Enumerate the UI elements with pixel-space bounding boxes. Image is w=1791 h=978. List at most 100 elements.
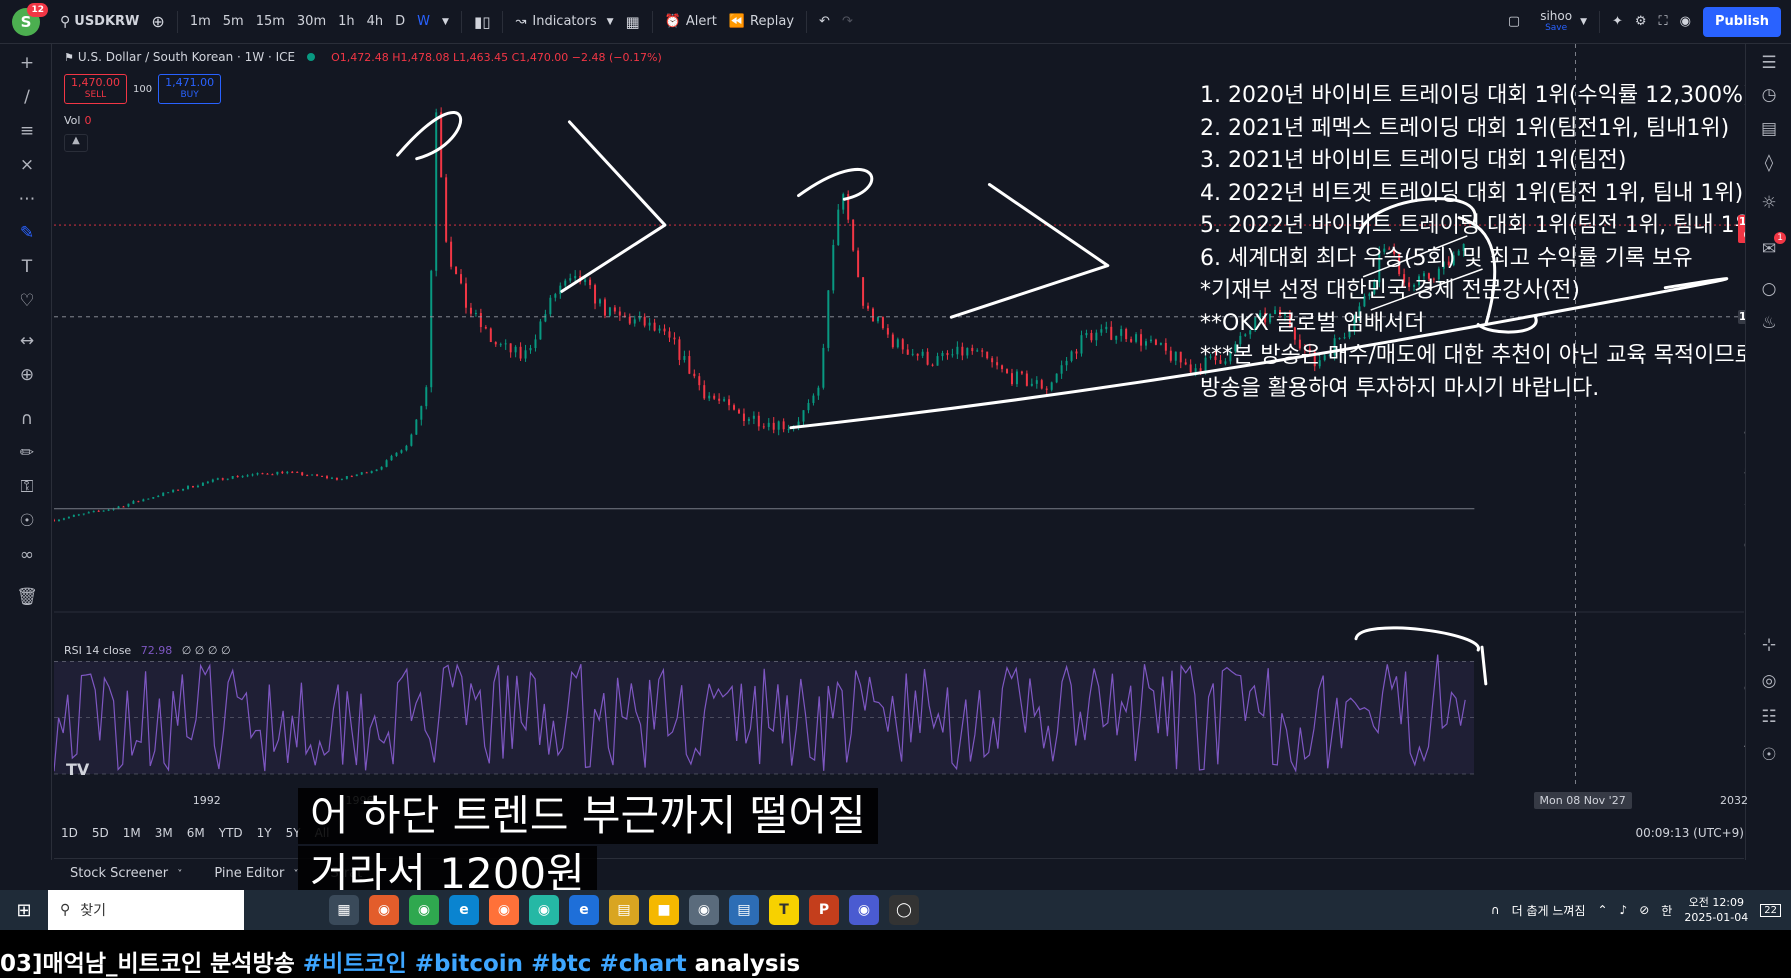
layout-square-button[interactable]: ▢ [1502, 7, 1526, 37]
timezone-clock[interactable]: 00:09:13 (UTC+9) [1635, 826, 1744, 840]
range-1Y[interactable]: 1Y [250, 826, 279, 840]
lock-tool[interactable]: ⚿ [16, 476, 38, 498]
bottom-tab[interactable]: Stock Screener ˅ [54, 866, 198, 881]
undo-button[interactable]: ↶ [813, 7, 836, 37]
ime-icon[interactable]: 한 [1661, 902, 1672, 919]
publish-button[interactable]: Publish [1703, 6, 1781, 37]
calculator-icon[interactable]: ▤ [729, 895, 759, 925]
ie-icon[interactable]: e [569, 895, 599, 925]
taskbar-search[interactable]: ⚲ 찾기 [48, 890, 244, 930]
chart-pane[interactable]: ⚑ U.S. Dollar / South Korean · 1W · ICE … [54, 44, 1791, 784]
clock[interactable]: 오전 12:09 2025-01-04 [1684, 895, 1748, 925]
replay-button[interactable]: ⏪ Replay [723, 7, 800, 37]
alerts-button[interactable]: ◷ [1758, 84, 1780, 106]
pattern-tool[interactable]: ⨯ [16, 154, 38, 176]
sticky-notes-icon[interactable]: ■ [649, 895, 679, 925]
candle-body [921, 351, 924, 356]
redo-button[interactable]: ↷ [836, 7, 859, 37]
chevron-up-icon[interactable]: ⌃ [1597, 903, 1607, 917]
pine-button[interactable]: ○ [1758, 278, 1780, 300]
mute-icon[interactable]: ⊘ [1639, 903, 1649, 917]
candle-body [1164, 342, 1167, 351]
taskview-icon[interactable]: ▦ [329, 895, 359, 925]
timeframe-D[interactable]: D [389, 14, 411, 29]
timeframe-W[interactable]: W [411, 14, 436, 29]
fullscreen-button[interactable]: ⛶ [1653, 7, 1674, 37]
magnet-tool[interactable]: ∩ [16, 408, 38, 430]
help-button[interactable]: ☉ [1758, 744, 1780, 766]
timeframe-1m[interactable]: 1m [184, 14, 217, 29]
hashtag[interactable]: #bitcoin [415, 951, 523, 977]
object-tree-button[interactable]: ⊹ [1758, 634, 1780, 656]
range-1M[interactable]: 1M [116, 826, 148, 840]
fib-tool[interactable]: ≡ [16, 120, 38, 142]
timeframe-30m[interactable]: 30m [291, 14, 332, 29]
discord-icon[interactable]: ◉ [849, 895, 879, 925]
hashtag[interactable]: #비트코인 [303, 951, 407, 977]
ideas-button[interactable]: ☼ [1758, 192, 1780, 214]
sell-button[interactable]: 1,470.00 SELL [64, 74, 127, 104]
timeframe-dropdown-button[interactable]: ▼ [436, 7, 455, 37]
timeframe-4h[interactable]: 4h [361, 14, 390, 29]
notification-icon[interactable]: 22 [1760, 903, 1781, 917]
brush-tool[interactable]: ✎ [16, 222, 38, 244]
candle-body [221, 478, 224, 480]
quick-search-button[interactable]: ✦ [1606, 7, 1629, 37]
snapshot-button[interactable]: ◉ [1674, 7, 1697, 37]
notifications-button[interactable]: ♨ [1758, 312, 1780, 334]
user-menu[interactable]: sihoo Save ▼ [1534, 7, 1593, 37]
trendline-tool[interactable]: ∕ [16, 86, 38, 108]
range-1D[interactable]: 1D [54, 826, 85, 840]
weather-text[interactable]: 더 춥게 느껴짐 [1512, 902, 1586, 919]
layouts-button[interactable]: ▦ [620, 7, 646, 37]
obs-icon[interactable]: ◯ [889, 895, 919, 925]
firefox-icon[interactable]: ◉ [489, 895, 519, 925]
chart-type-button[interactable]: ▮▯ [468, 7, 497, 37]
hashtag[interactable]: #btc [531, 951, 591, 977]
range-YTD[interactable]: YTD [212, 826, 250, 840]
icon-tool[interactable]: ♡ [16, 290, 38, 312]
stay-drawing-tool[interactable]: ✏ [16, 442, 38, 464]
folder-icon[interactable]: ▤ [609, 895, 639, 925]
bulb-icon: ○ [1761, 279, 1777, 299]
hide-tool[interactable]: ☉ [16, 510, 38, 532]
start-button[interactable]: ⊞ [0, 890, 48, 930]
zoom-tool[interactable]: ⊕ [16, 364, 38, 386]
app-icon-1[interactable]: ◉ [369, 895, 399, 925]
measure-tool[interactable]: ↔ [16, 330, 38, 352]
alert-button[interactable]: ⏰ Alert [659, 7, 723, 37]
data-window-button[interactable]: ▤ [1758, 118, 1780, 140]
remove-tool[interactable]: 🗑 [16, 586, 38, 608]
chats-button[interactable]: ✉ 1 [1758, 232, 1786, 260]
calendar-button[interactable]: ☷ [1758, 706, 1780, 728]
crosshair-tool[interactable]: + [16, 52, 38, 74]
app-icon-3[interactable]: ◉ [529, 895, 559, 925]
timeframe-1h[interactable]: 1h [332, 14, 361, 29]
buy-button[interactable]: 1,471.00 BUY [158, 74, 222, 104]
range-3M[interactable]: 3M [148, 826, 180, 840]
speaker-icon[interactable]: ♪ [1620, 903, 1628, 917]
add-symbol-button[interactable]: ⊕ [145, 7, 170, 37]
kakaotalk-icon[interactable]: T [769, 895, 799, 925]
settings-button[interactable]: ⚙ [1629, 7, 1653, 37]
timeframe-5m[interactable]: 5m [217, 14, 250, 29]
collapse-legend-button[interactable]: ▲ [64, 134, 88, 152]
forecast-tool[interactable]: ⋯ [16, 188, 38, 210]
range-6M[interactable]: 6M [180, 826, 212, 840]
watchlist-button[interactable]: ☰ [1758, 52, 1780, 74]
text-tool[interactable]: T [16, 256, 38, 278]
avatar[interactable]: S 12 [12, 2, 48, 36]
timeframe-15m[interactable]: 15m [250, 14, 291, 29]
app-icon-2[interactable]: ◉ [409, 895, 439, 925]
symbol-search-button[interactable]: ⚲ USDKRW [54, 7, 145, 37]
powerpoint-icon[interactable]: P [809, 895, 839, 925]
hotlists-button[interactable]: ◊ [1758, 152, 1780, 174]
indicators-button[interactable]: ↝ Indicators ▼ [509, 7, 619, 37]
range-5D[interactable]: 5D [85, 826, 116, 840]
candle-body [405, 445, 408, 451]
edge-icon[interactable]: e [449, 895, 479, 925]
hashtag[interactable]: #chart [599, 951, 686, 977]
calendar-helper-button[interactable]: ◎ [1758, 670, 1780, 692]
link-tool[interactable]: ∞ [16, 544, 38, 566]
app-icon-4[interactable]: ◉ [689, 895, 719, 925]
